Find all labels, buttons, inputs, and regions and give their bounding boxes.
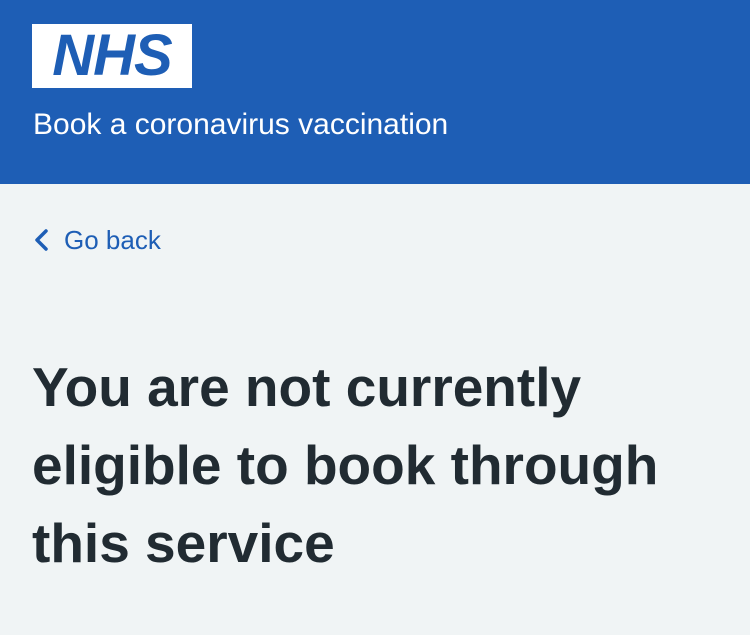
site-header: NHS Book a coronavirus vaccination xyxy=(0,0,750,184)
chevron-left-icon xyxy=(35,229,48,251)
service-name[interactable]: Book a coronavirus vaccination xyxy=(33,108,448,142)
nhs-logo[interactable]: NHS xyxy=(32,24,192,88)
page-title: You are not currently eligible to book t… xyxy=(32,356,659,574)
nhs-logo-text: NHS xyxy=(52,23,172,88)
go-back-label: Go back xyxy=(64,224,161,255)
go-back-link[interactable]: Go back xyxy=(33,222,161,258)
